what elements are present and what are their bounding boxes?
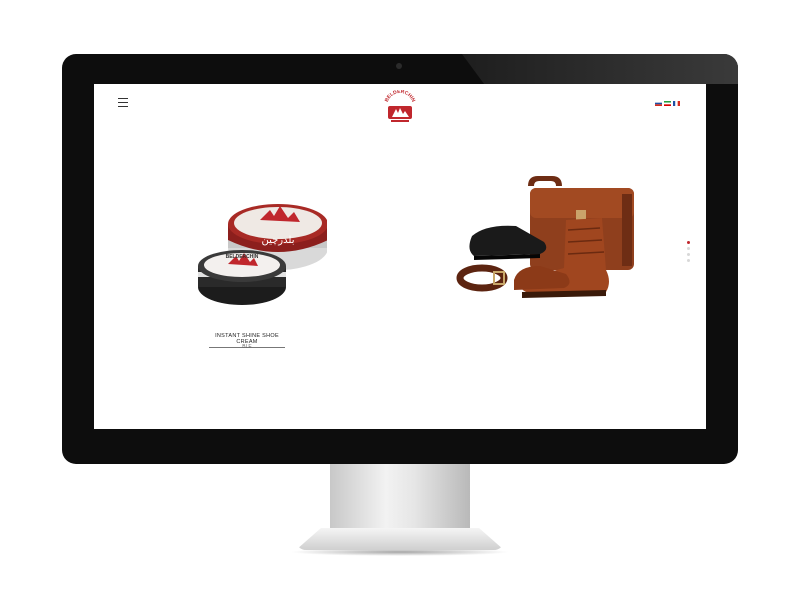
- monitor-glare: [462, 54, 738, 84]
- tin-persian-label: بلدرچین: [262, 235, 295, 246]
- slider-dot[interactable]: [687, 241, 690, 244]
- tin-brand-label: BELDERCHIN: [226, 254, 259, 260]
- slider-dot[interactable]: [687, 259, 690, 262]
- product-subtitle: BLE: [242, 344, 252, 350]
- monitor-stand-neck: [330, 464, 470, 532]
- shoe-cream-tins-image[interactable]: بلدرچین BELDERCHIN: [182, 192, 327, 312]
- slider-dot[interactable]: [687, 253, 690, 256]
- brand-logo[interactable]: BELDERCHIN: [382, 90, 418, 126]
- flag-fr-icon[interactable]: [673, 101, 680, 106]
- monitor-stand-base: [296, 528, 504, 550]
- leather-goods-image[interactable]: [456, 170, 636, 315]
- webcam: [396, 63, 402, 69]
- slider-dot[interactable]: [687, 247, 690, 250]
- slider-pagination: [687, 241, 690, 262]
- svg-text:BELDERCHIN: BELDERCHIN: [384, 90, 417, 103]
- hamburger-menu-icon[interactable]: [118, 98, 128, 107]
- language-switcher: [655, 101, 680, 106]
- flag-ir-icon[interactable]: [664, 101, 671, 106]
- flag-ru-icon[interactable]: [655, 101, 662, 106]
- website-screen: BELDERCHIN بلدرچین BELDERCHIN INSTANT SH…: [94, 84, 706, 429]
- logo-text: BELDERCHIN: [384, 90, 417, 103]
